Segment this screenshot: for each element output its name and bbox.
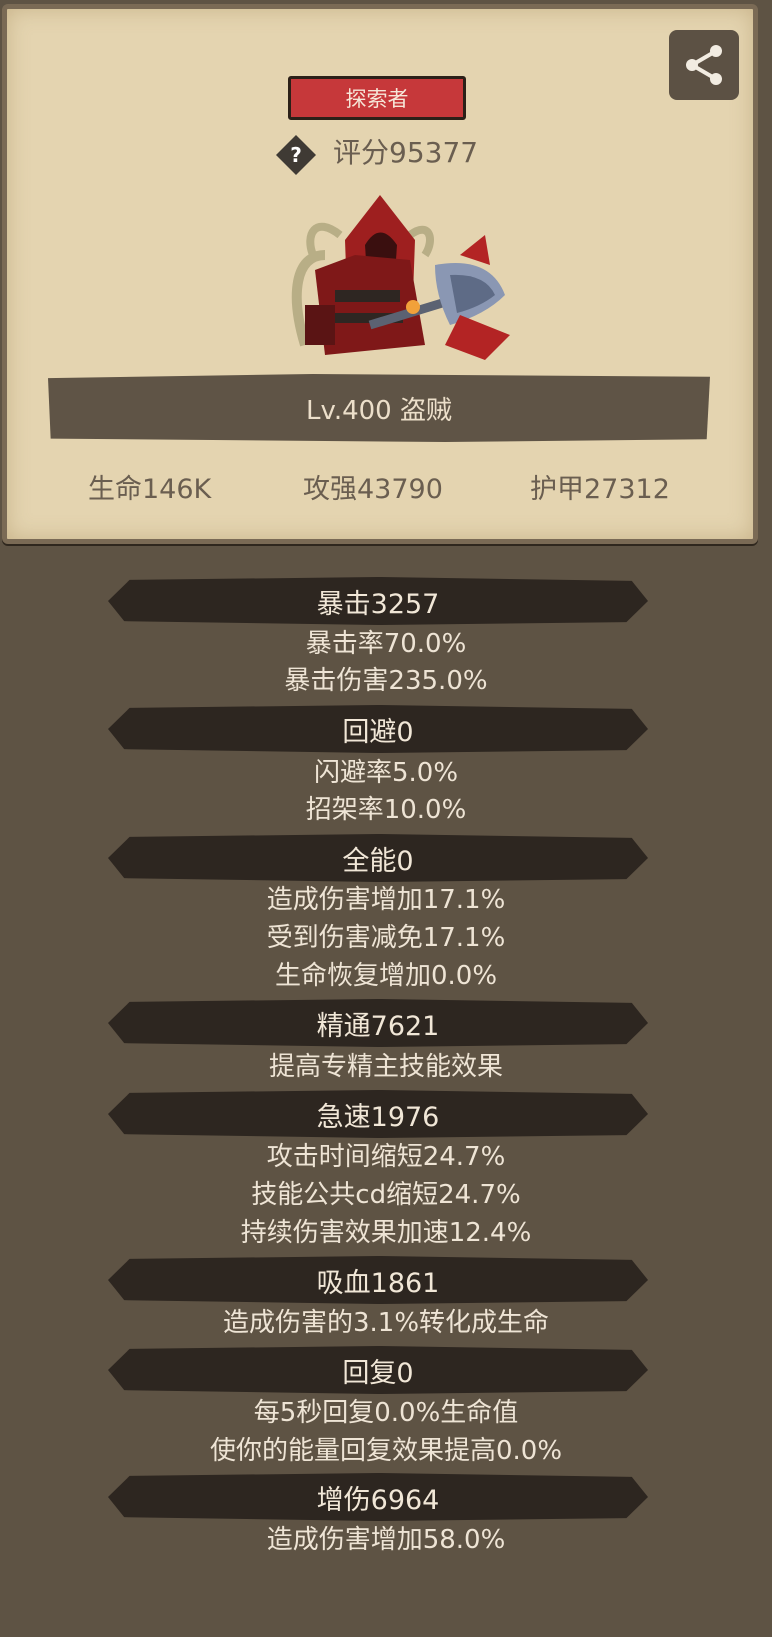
stat-line: 提高专精主技能效果 [268, 1052, 503, 1082]
svg-text:?: ? [290, 143, 302, 167]
stat-line: 生命恢复增加0.0% [274, 961, 498, 991]
section-header-haste: 急速1976 [108, 1090, 648, 1138]
score-text: 评分95377 [333, 136, 479, 169]
section-header-versatility: 全能0 [108, 834, 648, 882]
section-title: 增伤6964 [316, 1484, 440, 1516]
section-header-avoidance: 回避0 [108, 705, 648, 753]
stat-line: 受到伤害减免17.1% [266, 923, 506, 953]
character-stats-screen: 探索者 ? 评分95377 Lv.400 盗贼 生命146K 攻强43790 护… [0, 0, 772, 1637]
section-title: 急速1976 [316, 1101, 440, 1133]
section-header-crit: 暴击3257 [108, 577, 648, 625]
section-title: 精通7621 [316, 1010, 440, 1042]
stat-line: 技能公共cd缩短24.7% [251, 1180, 521, 1210]
section-title: 全能0 [342, 845, 414, 877]
stat-line: 造成伤害增加58.0% [266, 1525, 506, 1555]
share-button[interactable] [669, 30, 739, 100]
stat-line: 闪避率5.0% [313, 758, 459, 788]
section-header-regen: 回复0 [108, 1346, 648, 1394]
stat-line: 暴击伤害235.0% [284, 666, 488, 696]
section-title: 回避0 [342, 716, 414, 748]
section-title: 吸血1861 [316, 1267, 440, 1299]
title-badge[interactable]: 探索者 [288, 76, 466, 120]
stat-health: 生命146K [88, 474, 212, 505]
section-header-damage-bonus: 增伤6964 [108, 1473, 648, 1521]
section-header-leech: 吸血1861 [108, 1256, 648, 1304]
stat-line: 造成伤害的3.1%转化成生命 [222, 1308, 550, 1338]
hooded-rogue-character [291, 195, 510, 360]
title-badge-label: 探索者 [345, 87, 409, 111]
share-icon [686, 45, 722, 85]
stat-armor: 护甲27312 [530, 474, 670, 505]
stat-line: 每5秒回复0.0%生命值 [253, 1398, 519, 1428]
stat-attack-power: 攻强43790 [303, 474, 443, 505]
stat-line: 持续伤害效果加速12.4% [240, 1218, 532, 1248]
stat-line: 造成伤害增加17.1% [266, 885, 506, 915]
question-diamond-icon[interactable]: ? [275, 134, 317, 176]
section-header-mastery: 精通7621 [108, 999, 648, 1047]
stat-line: 使你的能量回复效果提高0.0% [209, 1436, 563, 1466]
stat-line: 攻击时间缩短24.7% [266, 1142, 506, 1172]
level-class-bar: Lv.400 盗贼 [48, 374, 710, 442]
level-class-text: Lv.400 盗贼 [305, 395, 452, 426]
section-title: 暴击3257 [316, 588, 440, 620]
stat-line: 招架率10.0% [305, 795, 467, 825]
stat-line: 暴击率70.0% [305, 629, 467, 659]
section-title: 回复0 [342, 1357, 414, 1389]
